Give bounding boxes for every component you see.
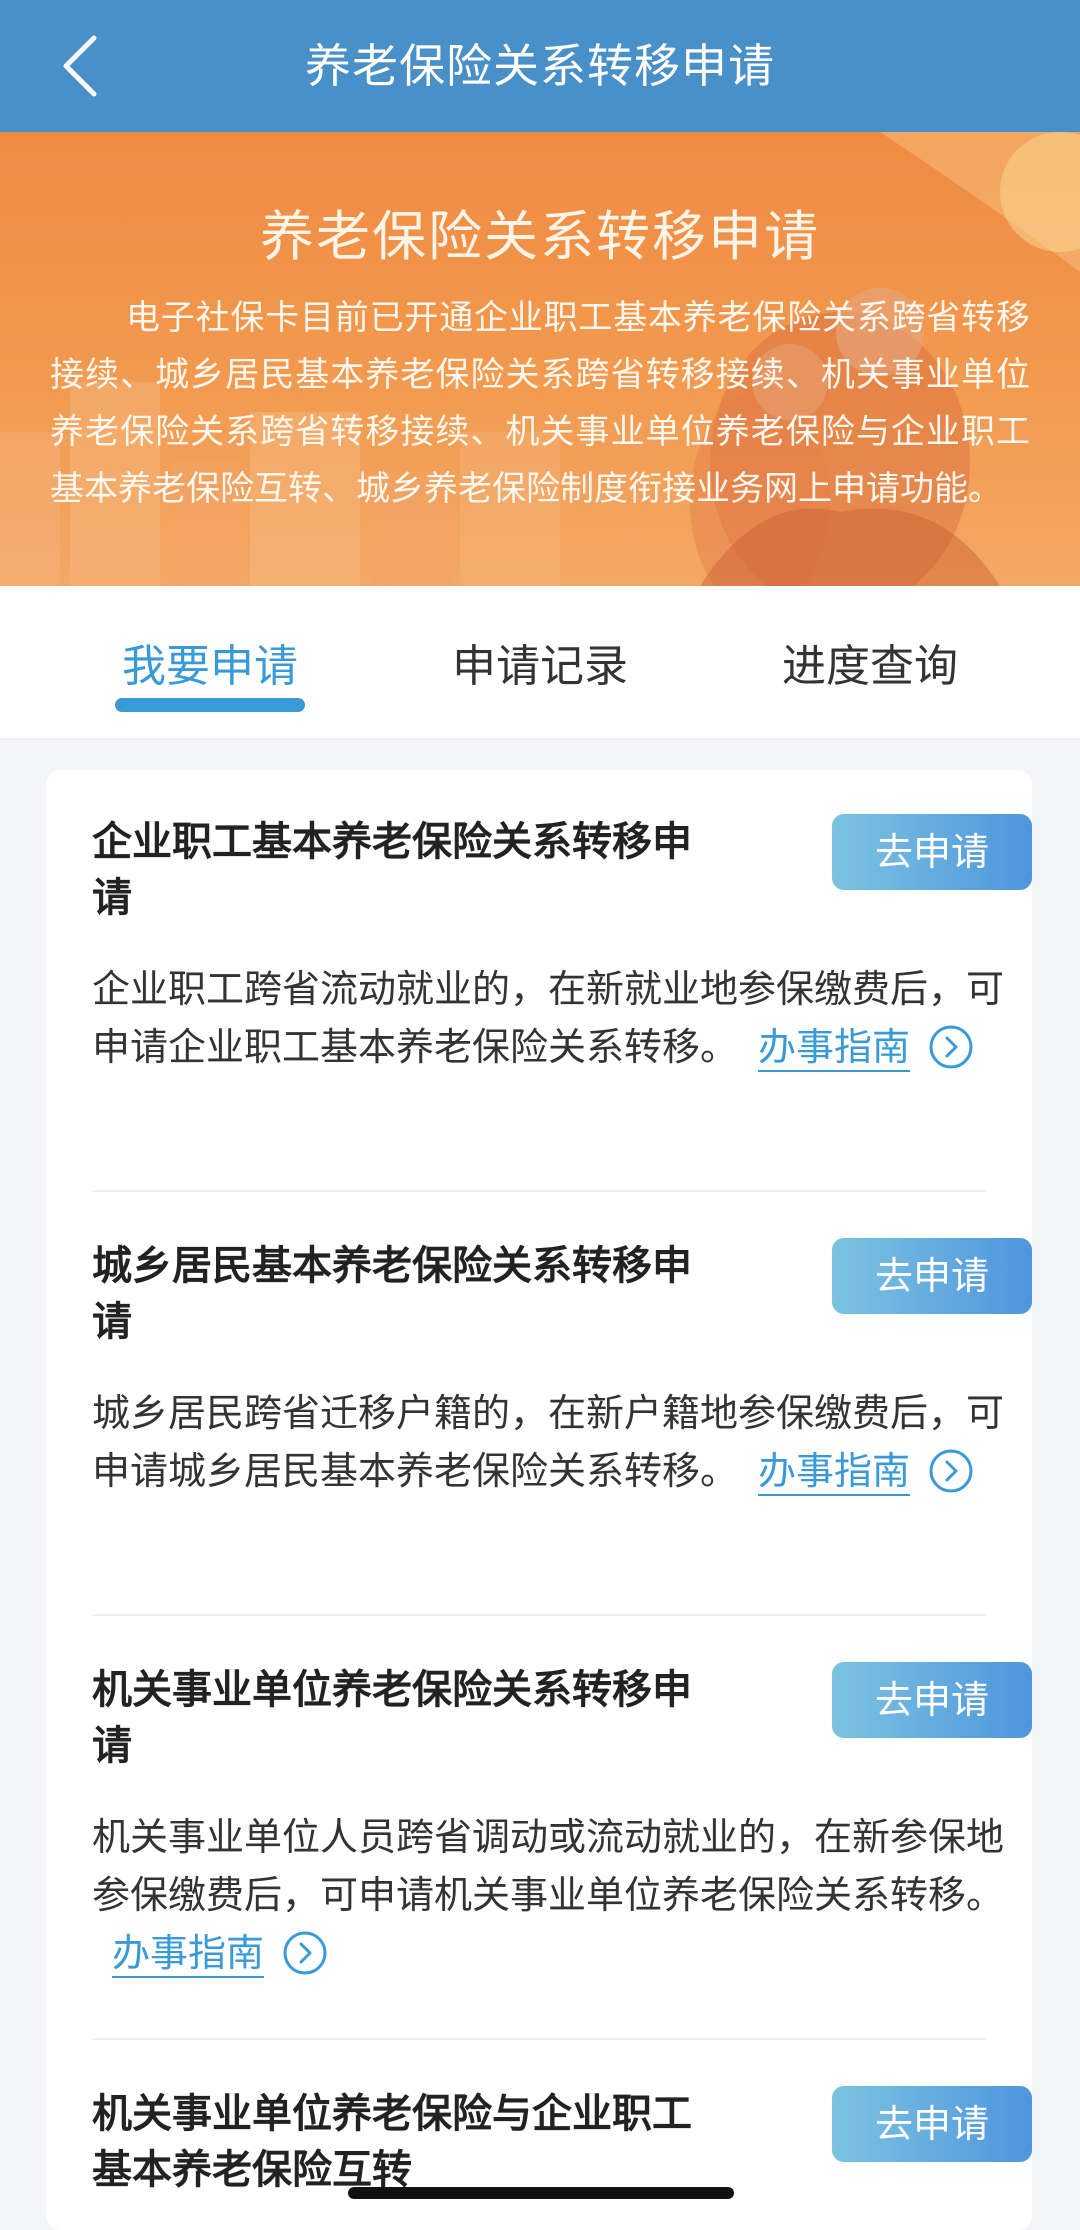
item-title: 机关事业单位养老保险关系转移申请	[92, 1667, 692, 1769]
tab-records[interactable]: 申请记录	[390, 586, 690, 738]
item-title: 机关事业单位养老保险与企业职工基本养老保险互转	[92, 2091, 692, 2193]
navbar: 养老保险关系转移申请	[0, 0, 1080, 132]
list-item: 机关事业单位养老保险关系转移申请 去申请 机关事业单位人员跨省调动或流动就业的，…	[92, 1662, 1032, 2022]
apply-button[interactable]: 去申请	[832, 2086, 1032, 2162]
divider	[92, 1190, 986, 1192]
divider	[92, 2038, 986, 2040]
chevron-right-circle-icon[interactable]	[282, 1930, 328, 1976]
page-title: 养老保险关系转移申请	[305, 39, 775, 93]
list-item: 机关事业单位养老保险与企业职工基本养老保险互转 去申请	[92, 2086, 1032, 2230]
banner: 养老保险关系转移申请 电子社保卡目前已开通企业职工基本养老保险关系跨省转移接续、…	[0, 132, 1080, 586]
list-item: 企业职工基本养老保险关系转移申请 去申请 企业职工跨省流动就业的，在新就业地参保…	[92, 814, 1032, 1174]
item-description: 机关事业单位人员跨省调动或流动就业的，在新参保地参保缴费后，可申请机关事业单位养…	[92, 1808, 1032, 1982]
chevron-right-circle-icon[interactable]	[928, 1024, 974, 1070]
guide-link[interactable]: 办事指南	[758, 1025, 910, 1069]
item-title: 城乡居民基本养老保险关系转移申请	[92, 1243, 692, 1345]
banner-description: 电子社保卡目前已开通企业职工基本养老保险关系跨省转移接续、城乡居民基本养老保险关…	[50, 298, 1030, 509]
list-item: 城乡居民基本养老保险关系转移申请 去申请 城乡居民跨省迁移户籍的，在新户籍地参保…	[92, 1238, 1032, 1598]
apply-button[interactable]: 去申请	[832, 1238, 1032, 1314]
active-tab-indicator	[115, 698, 305, 712]
apply-button[interactable]: 去申请	[832, 1662, 1032, 1738]
item-description: 企业职工跨省流动就业的，在新就业地参保缴费后，可申请企业职工基本养老保险关系转移…	[92, 960, 1032, 1076]
apply-button[interactable]: 去申请	[832, 814, 1032, 890]
home-indicator	[348, 2187, 734, 2199]
tab-apply[interactable]: 我要申请	[60, 586, 360, 738]
item-description: 城乡居民跨省迁移户籍的，在新户籍地参保缴费后，可申请城乡居民基本养老保险关系转移…	[92, 1384, 1032, 1500]
banner-title: 养老保险关系转移申请	[260, 205, 820, 268]
tab-progress[interactable]: 进度查询	[720, 586, 1020, 738]
service-list-card: 企业职工基本养老保险关系转移申请 去申请 企业职工跨省流动就业的，在新就业地参保…	[46, 770, 1032, 2230]
item-description-text: 机关事业单位人员跨省调动或流动就业的，在新参保地参保缴费后，可申请机关事业单位养…	[92, 1815, 1005, 1917]
tab-bar: 我要申请 申请记录 进度查询	[0, 586, 1080, 740]
item-title: 企业职工基本养老保险关系转移申请	[92, 819, 692, 921]
divider	[92, 1614, 986, 1616]
chevron-right-circle-icon[interactable]	[928, 1448, 974, 1494]
guide-link[interactable]: 办事指南	[112, 1931, 264, 1975]
guide-link[interactable]: 办事指南	[758, 1449, 910, 1493]
